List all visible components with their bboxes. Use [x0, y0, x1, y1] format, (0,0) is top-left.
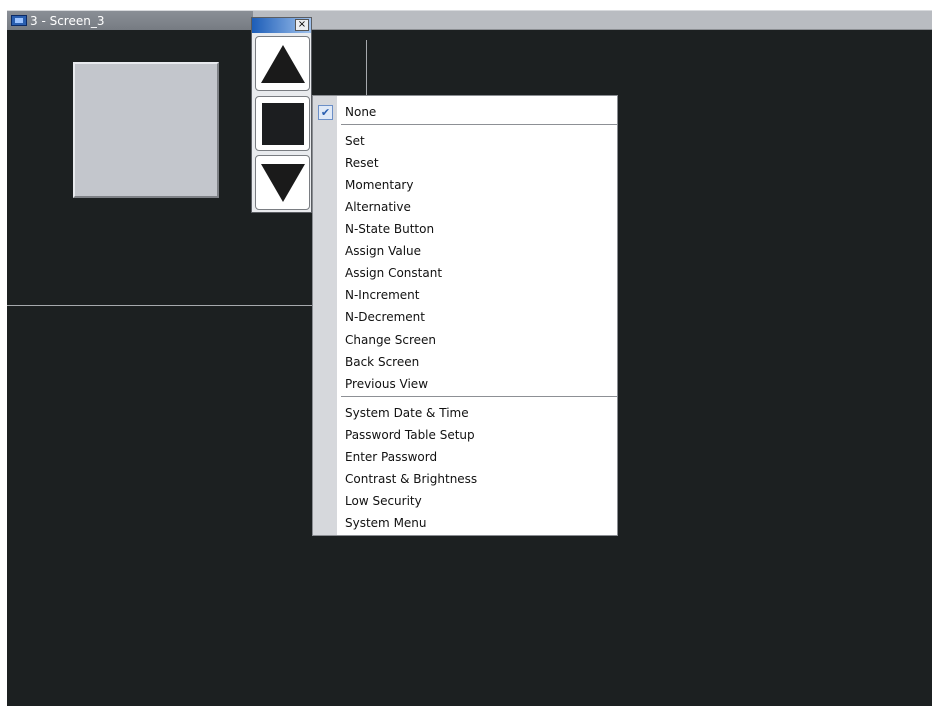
- active-tab[interactable]: 3 - Screen_3: [7, 11, 253, 30]
- stop-button[interactable]: [255, 96, 310, 151]
- menu-item-momentary[interactable]: Momentary: [345, 175, 413, 195]
- menu-item-back-screen[interactable]: Back Screen: [345, 352, 419, 372]
- menu-item-n-increment[interactable]: N-Increment: [345, 285, 419, 305]
- menu-separator: [341, 396, 617, 397]
- button-action-menu[interactable]: ✔ None Set Reset Momentary Alternative N…: [312, 95, 618, 536]
- menu-item-system-menu[interactable]: System Menu: [345, 513, 427, 533]
- menu-item-assign-value[interactable]: Assign Value: [345, 241, 421, 261]
- menu-item-alternative[interactable]: Alternative: [345, 197, 411, 217]
- square-icon: [261, 102, 304, 145]
- screen-icon: [11, 15, 27, 26]
- menu-item-set[interactable]: Set: [345, 131, 365, 151]
- horizontal-line-object[interactable]: [7, 305, 317, 306]
- top-border: [0, 0, 932, 10]
- triangle-down-icon: [260, 163, 305, 202]
- window-title: 3 - Screen_3: [30, 14, 105, 28]
- menu-item-previous-view[interactable]: Previous View: [345, 374, 428, 394]
- menu-item-n-decrement[interactable]: N-Decrement: [345, 307, 425, 327]
- left-border: [0, 10, 7, 706]
- gray-rectangle-object[interactable]: [73, 62, 219, 198]
- checkmark-icon: ✔: [318, 105, 333, 120]
- menu-item-password-table-setup[interactable]: Password Table Setup: [345, 425, 475, 445]
- menu-item-system-date-time[interactable]: System Date & Time: [345, 403, 469, 423]
- menu-item-change-screen[interactable]: Change Screen: [345, 330, 436, 350]
- menu-item-reset[interactable]: Reset: [345, 153, 379, 173]
- menu-gutter: [313, 96, 337, 535]
- menu-separator: [341, 124, 617, 125]
- move-down-button[interactable]: [255, 155, 310, 210]
- triangle-up-icon: [260, 44, 305, 83]
- menu-item-none[interactable]: None: [345, 102, 376, 122]
- move-up-button[interactable]: [255, 36, 310, 91]
- menu-item-contrast-brightness[interactable]: Contrast & Brightness: [345, 469, 477, 489]
- vertical-line-object[interactable]: [366, 40, 367, 96]
- menu-item-enter-password[interactable]: Enter Password: [345, 447, 437, 467]
- menu-item-low-security[interactable]: Low Security: [345, 491, 422, 511]
- menu-item-n-state-button[interactable]: N-State Button: [345, 219, 434, 239]
- menu-item-assign-constant[interactable]: Assign Constant: [345, 263, 442, 283]
- floating-toolbar[interactable]: ×: [251, 17, 312, 213]
- toolbar-close-button[interactable]: ×: [295, 19, 309, 31]
- window-titlebar[interactable]: 3 - Screen_3: [7, 10, 932, 30]
- screen-editor-window: 3 - Screen_3 × ✔ None Set Reset Momentar…: [0, 0, 932, 706]
